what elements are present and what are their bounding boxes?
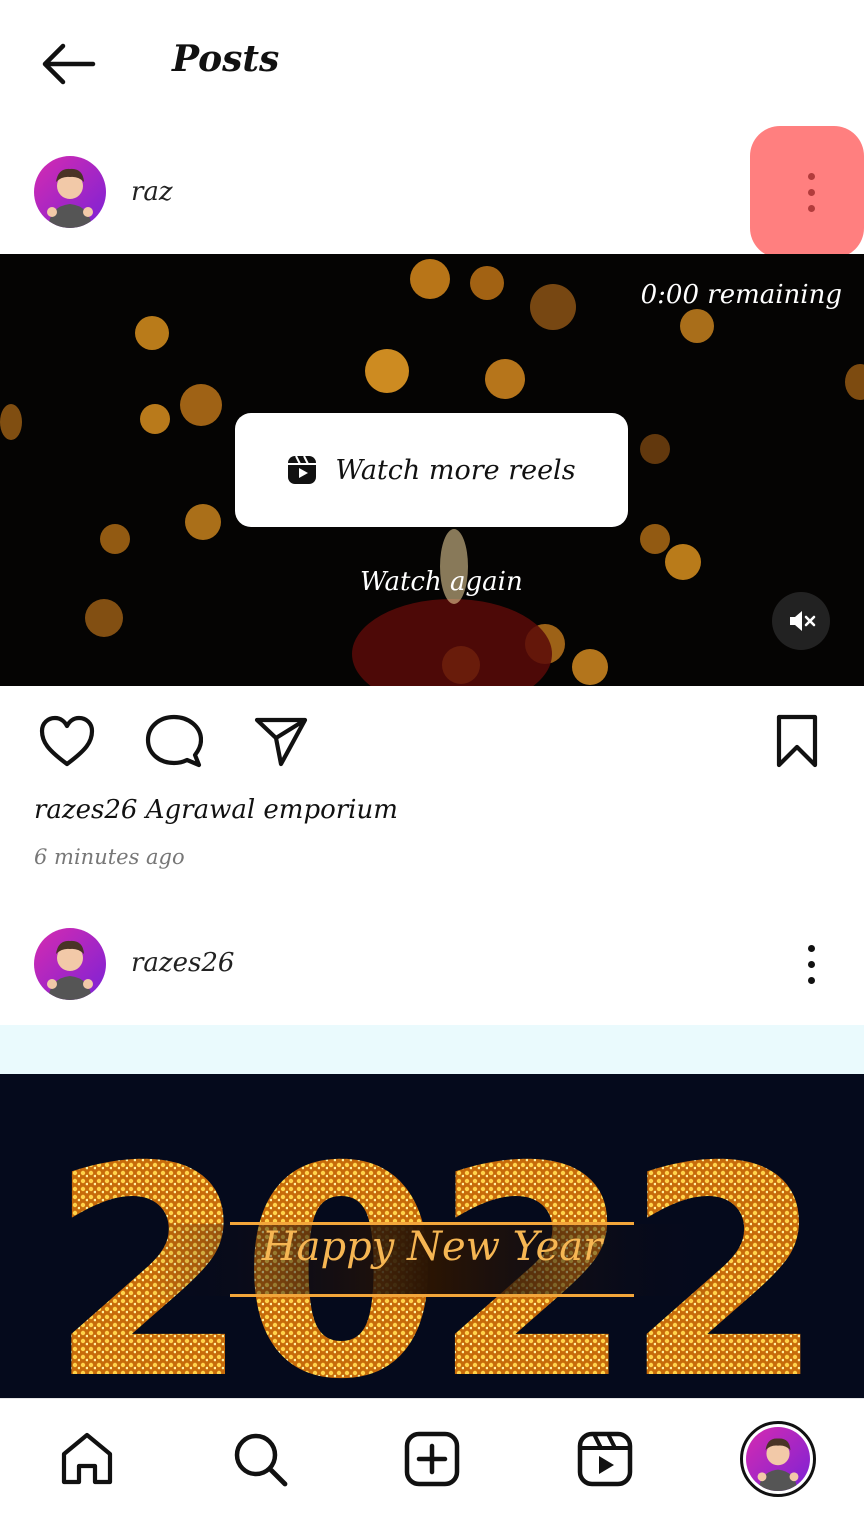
bookmark-icon bbox=[776, 714, 818, 768]
avatar bbox=[746, 1427, 810, 1491]
comment-icon bbox=[145, 714, 203, 768]
reel-video[interactable]: 0:00 remaining Watch more reels Watch ag… bbox=[0, 254, 864, 686]
page-title: Posts bbox=[172, 38, 280, 80]
bottom-nav bbox=[0, 1398, 864, 1537]
share-button[interactable] bbox=[250, 712, 312, 770]
nav-reels[interactable] bbox=[573, 1427, 637, 1491]
watch-more-reels-button[interactable]: Watch more reels bbox=[235, 413, 628, 527]
time-remaining: 0:00 remaining bbox=[640, 280, 842, 310]
caption-text: Agrawal emporium bbox=[145, 795, 398, 825]
post-image-top-strip bbox=[0, 1025, 864, 1074]
home-icon bbox=[61, 1432, 113, 1485]
plus-square-icon bbox=[404, 1431, 460, 1487]
avatar[interactable] bbox=[34, 156, 106, 228]
post-timestamp: 6 minutes ago bbox=[34, 845, 185, 869]
new-year-text: Happy New Year bbox=[261, 1224, 603, 1270]
comment-button[interactable] bbox=[143, 712, 205, 770]
heart-icon bbox=[39, 715, 95, 767]
post-image[interactable]: 2022 Happy New Year bbox=[0, 1074, 864, 1398]
nav-create[interactable] bbox=[400, 1427, 464, 1491]
more-vertical-icon bbox=[807, 944, 815, 984]
arrow-left-icon bbox=[42, 43, 96, 85]
volume-muted-icon bbox=[790, 611, 816, 631]
mute-button[interactable] bbox=[772, 592, 830, 650]
more-vertical-icon bbox=[807, 172, 815, 212]
nav-search[interactable] bbox=[228, 1427, 292, 1491]
watch-again-button[interactable]: Watch again bbox=[360, 567, 523, 597]
caption-username[interactable]: razes26 bbox=[34, 795, 137, 825]
avatar-illustration bbox=[47, 168, 93, 228]
post-caption: razes26 Agrawal emporium bbox=[34, 795, 398, 825]
top-bar: Posts bbox=[0, 0, 864, 125]
reels-icon bbox=[288, 455, 317, 484]
save-button[interactable] bbox=[770, 710, 824, 772]
avatar-illustration bbox=[757, 1438, 799, 1491]
back-button[interactable] bbox=[36, 36, 100, 92]
watch-more-reels-label: Watch more reels bbox=[335, 454, 576, 486]
post-username[interactable]: razes26 bbox=[131, 948, 234, 978]
reels-icon bbox=[577, 1431, 633, 1487]
more-options-button[interactable] bbox=[791, 929, 831, 999]
more-options-button[interactable] bbox=[791, 157, 831, 227]
avatar-illustration bbox=[47, 940, 93, 1000]
nav-profile[interactable] bbox=[740, 1421, 816, 1497]
post-username[interactable]: raz bbox=[131, 177, 173, 207]
search-icon bbox=[234, 1433, 288, 1487]
nav-home[interactable] bbox=[55, 1427, 119, 1491]
avatar[interactable] bbox=[34, 928, 106, 1000]
like-button[interactable] bbox=[36, 712, 98, 770]
send-icon bbox=[254, 717, 308, 767]
